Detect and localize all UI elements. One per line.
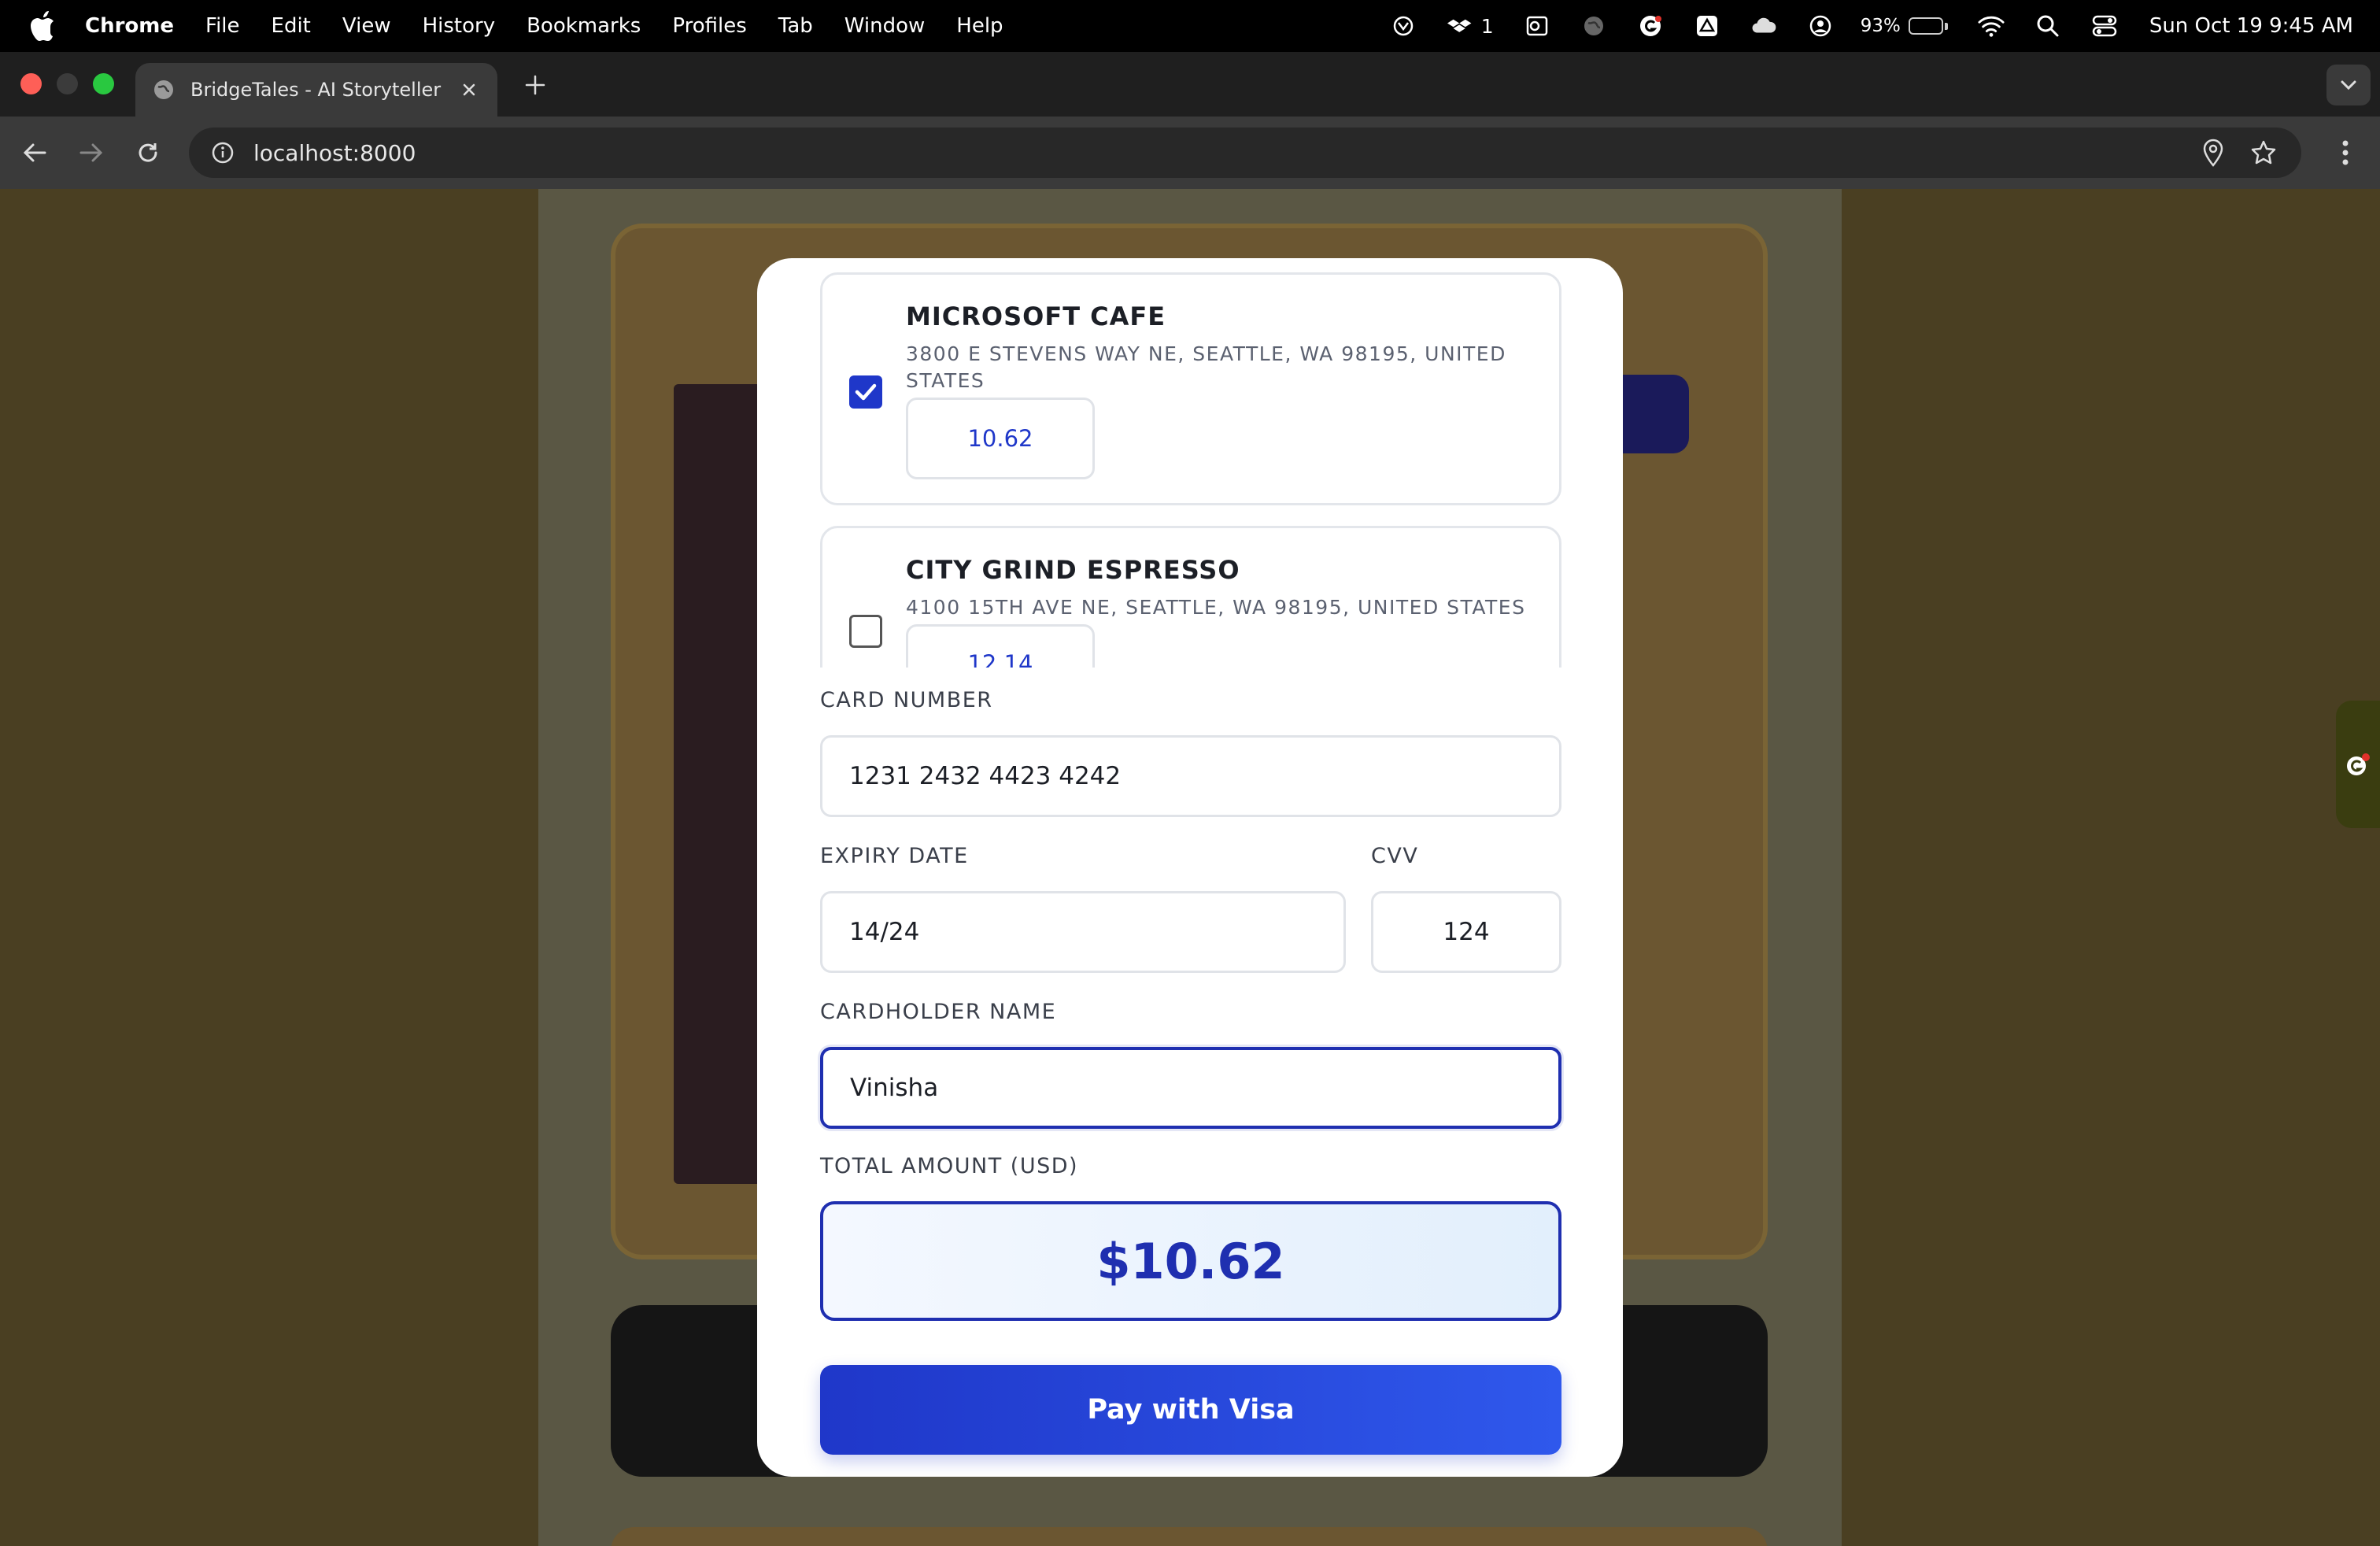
menu-edit[interactable]: Edit	[272, 14, 311, 38]
menu-window[interactable]: Window	[844, 14, 926, 38]
menu-tab[interactable]: Tab	[778, 14, 813, 38]
merchant-amount-input[interactable]: 10.62	[906, 398, 1095, 479]
menu-bookmarks[interactable]: Bookmarks	[527, 14, 641, 38]
drive-icon[interactable]	[1694, 13, 1720, 39]
icloud-icon[interactable]	[1750, 13, 1777, 39]
wifi-icon[interactable]	[1978, 13, 2005, 39]
address-bar[interactable]: localhost:8000	[189, 128, 2301, 178]
battery-percent: 93%	[1860, 16, 1901, 36]
reload-icon[interactable]	[131, 135, 165, 170]
total-amount-label: TOTAL AMOUNT (USD)	[820, 1154, 1079, 1178]
window-minimize-button[interactable]	[57, 73, 78, 94]
back-arrow-icon[interactable]	[17, 135, 52, 170]
card-number-label: CARD NUMBER	[820, 688, 993, 712]
macos-menu-bar: Chrome File Edit View History Bookmarks …	[0, 0, 2380, 52]
menubar-clock[interactable]: Sun Oct 19 9:45 AM	[2149, 14, 2353, 38]
spotlight-search-icon[interactable]	[2034, 13, 2061, 39]
menu-view[interactable]: View	[342, 14, 391, 38]
pay-with-visa-button[interactable]: Pay with Visa	[820, 1365, 1561, 1455]
cardholder-name-label: CARDHOLDER NAME	[820, 1000, 1057, 1024]
openai-icon[interactable]	[1390, 13, 1417, 39]
merchant-address: 4100 15TH AVE NE, SEATTLE, WA 98195, UNI…	[906, 596, 1526, 619]
user-account-icon[interactable]	[1807, 13, 1834, 39]
menu-help[interactable]: Help	[956, 14, 1003, 38]
bookmark-star-icon[interactable]	[2248, 137, 2279, 168]
grammarly-side-widget[interactable]	[2336, 701, 2380, 828]
window-close-button[interactable]	[20, 73, 42, 94]
control-center-icon[interactable]	[2091, 13, 2118, 39]
expiry-date-label: EXPIRY DATE	[820, 844, 969, 868]
grammarly-icon[interactable]	[1637, 13, 1664, 39]
expiry-date-input[interactable]: 14/24	[820, 891, 1346, 973]
apple-logo-icon[interactable]	[30, 11, 55, 41]
globe-icon[interactable]	[1580, 13, 1607, 39]
browser-tab-active[interactable]: BridgeTales - AI Storyteller	[135, 63, 497, 117]
merchant-name: MICROSOFT CAFE	[906, 301, 1166, 331]
battery-status[interactable]: 93%	[1861, 16, 1948, 36]
chrome-menu-kebab-icon[interactable]	[2328, 135, 2363, 170]
battery-icon	[1908, 17, 1943, 35]
battery-tip	[1944, 22, 1948, 30]
location-pin-icon[interactable]	[2197, 137, 2229, 168]
dropbox-icon[interactable]	[1447, 13, 1473, 39]
page-viewport: MICROSOFT CAFE 3800 E STEVENS WAY NE, SE…	[0, 189, 2380, 1546]
outlook-icon[interactable]	[1524, 13, 1550, 39]
merchant-checkbox-unchecked[interactable]	[849, 615, 882, 648]
cardholder-name-input[interactable]: Vinisha	[820, 1047, 1561, 1129]
merchant-address: 3800 E STEVENS WAY NE, SEATTLE, WA 98195…	[906, 342, 1506, 392]
forward-arrow-icon[interactable]	[74, 135, 109, 170]
new-tab-plus-icon[interactable]	[519, 69, 551, 101]
address-url[interactable]: localhost:8000	[253, 140, 2179, 166]
globe-favicon-icon	[153, 79, 175, 101]
merchant-name: CITY GRIND ESPRESSO	[906, 555, 1240, 585]
merchant-list[interactable]: MICROSOFT CAFE 3800 E STEVENS WAY NE, SE…	[820, 258, 1561, 668]
tab-close-icon[interactable]	[458, 79, 480, 101]
site-info-icon[interactable]	[211, 141, 235, 165]
menu-file[interactable]: File	[205, 14, 240, 38]
chrome-toolbar: localhost:8000	[0, 117, 2380, 189]
merchant-checkbox-checked[interactable]	[849, 375, 882, 409]
total-amount-display: $10.62	[820, 1201, 1561, 1321]
merchant-card[interactable]: CITY GRIND ESPRESSO 4100 15TH AVE NE, SE…	[820, 526, 1561, 668]
cvv-input[interactable]: 124	[1371, 891, 1561, 973]
cvv-label: CVV	[1371, 844, 1419, 868]
tab-title: BridgeTales - AI Storyteller	[190, 79, 442, 101]
payment-modal: MICROSOFT CAFE 3800 E STEVENS WAY NE, SE…	[757, 258, 1623, 1477]
merchant-amount-input[interactable]: 12.14	[906, 624, 1095, 668]
tab-search-chevron-icon[interactable]	[2326, 65, 2371, 105]
window-zoom-button[interactable]	[93, 73, 114, 94]
menu-history[interactable]: History	[423, 14, 496, 38]
chrome-tab-strip: BridgeTales - AI Storyteller	[0, 52, 2380, 117]
menu-profiles[interactable]: Profiles	[672, 14, 746, 38]
menu-app-chrome[interactable]: Chrome	[85, 14, 174, 38]
background-lower-card	[611, 1527, 1768, 1546]
merchant-card[interactable]: MICROSOFT CAFE 3800 E STEVENS WAY NE, SE…	[820, 272, 1561, 505]
dropbox-count: 1	[1480, 14, 1494, 38]
card-number-input[interactable]: 1231 2432 4423 4242	[820, 735, 1561, 817]
